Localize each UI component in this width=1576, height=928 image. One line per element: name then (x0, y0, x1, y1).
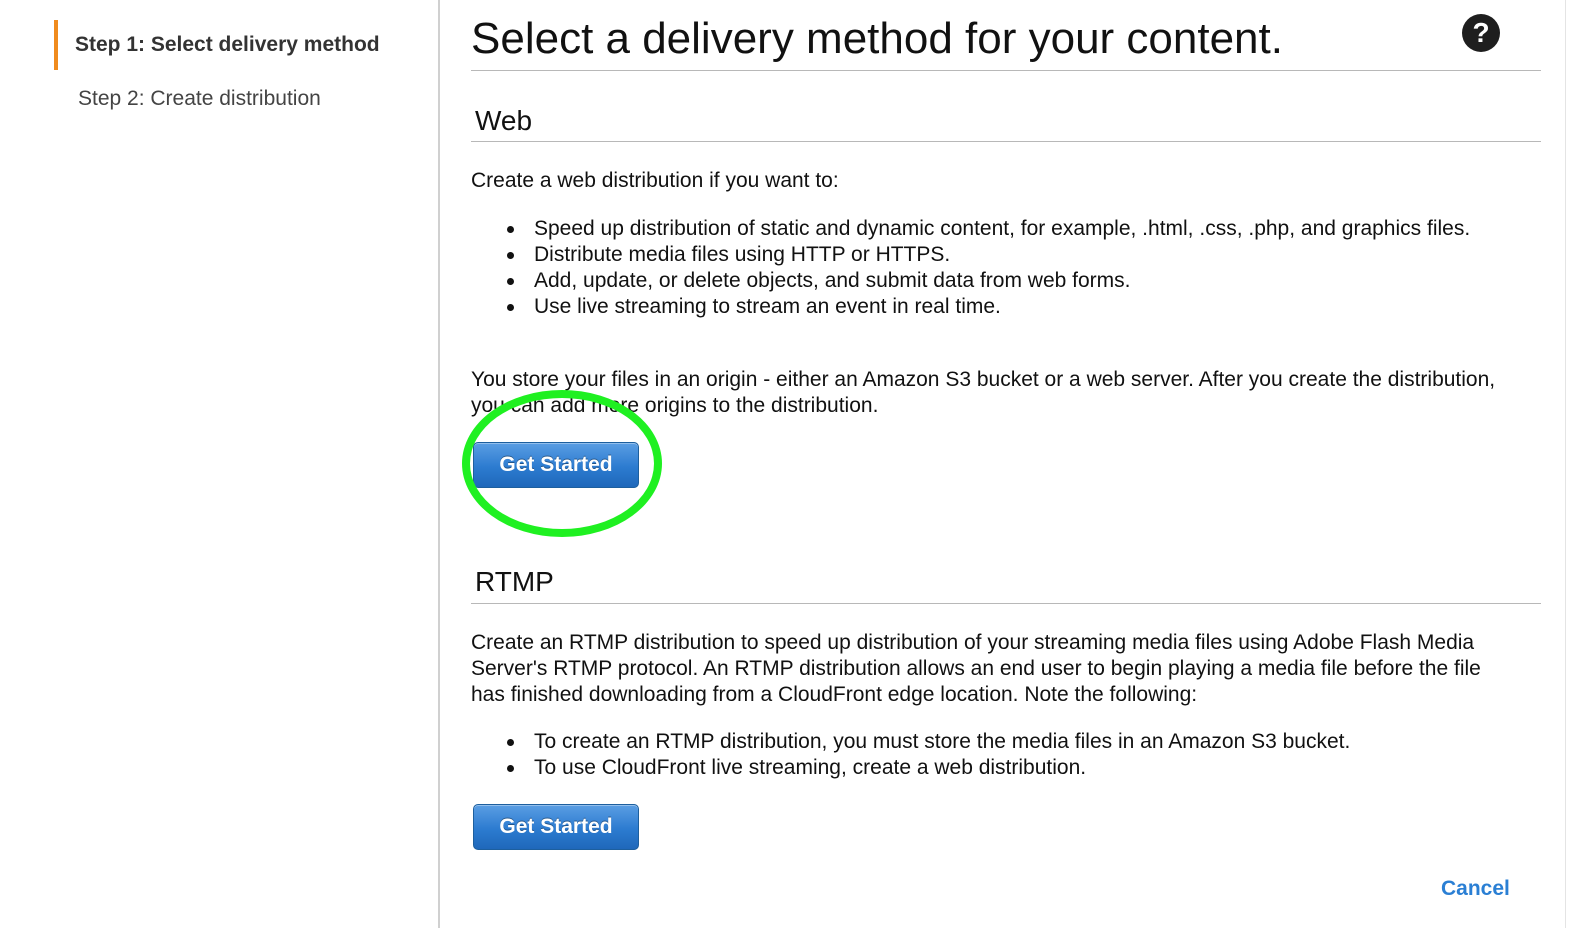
page: Step 1: Select delivery method Step 2: C… (0, 0, 1576, 928)
web-feature-list: Speed up distribution of static and dyna… (471, 216, 1574, 320)
list-item: Add, update, or delete objects, and subm… (507, 268, 1574, 294)
web-intro-text: Create a web distribution if you want to… (471, 169, 839, 192)
web-origin-note: You store your files in an origin - eith… (471, 368, 1496, 417)
page-title: Select a delivery method for your conten… (471, 14, 1283, 63)
rtmp-notes-list: To create an RTMP distribution, you must… (471, 729, 1574, 781)
cancel-link[interactable]: Cancel (1441, 877, 1510, 901)
sidebar-step-create-distribution[interactable]: Step 2: Create distribution (54, 74, 321, 124)
wizard-sidebar: Step 1: Select delivery method Step 2: C… (0, 0, 440, 928)
list-item: Distribute media files using HTTP or HTT… (507, 242, 1574, 268)
title-divider (471, 70, 1541, 71)
rtmp-section-title: RTMP (475, 566, 554, 597)
list-item: Speed up distribution of static and dyna… (507, 216, 1574, 242)
rtmp-get-started-button[interactable]: Get Started (473, 804, 639, 850)
right-edge-divider (1565, 0, 1566, 928)
question-circle-icon[interactable]: ? (1462, 14, 1500, 52)
list-item: To use CloudFront live streaming, create… (507, 755, 1574, 781)
list-item: Use live streaming to stream an event in… (507, 294, 1574, 320)
web-section-divider (471, 141, 1541, 142)
web-get-started-button[interactable]: Get Started (473, 442, 639, 488)
web-section-title: Web (475, 105, 533, 136)
sidebar-step-select-delivery-method[interactable]: Step 1: Select delivery method (54, 20, 380, 70)
list-item: To create an RTMP distribution, you must… (507, 729, 1574, 755)
rtmp-section-divider (471, 603, 1541, 604)
rtmp-intro-text: Create an RTMP distribution to speed up … (471, 631, 1481, 706)
